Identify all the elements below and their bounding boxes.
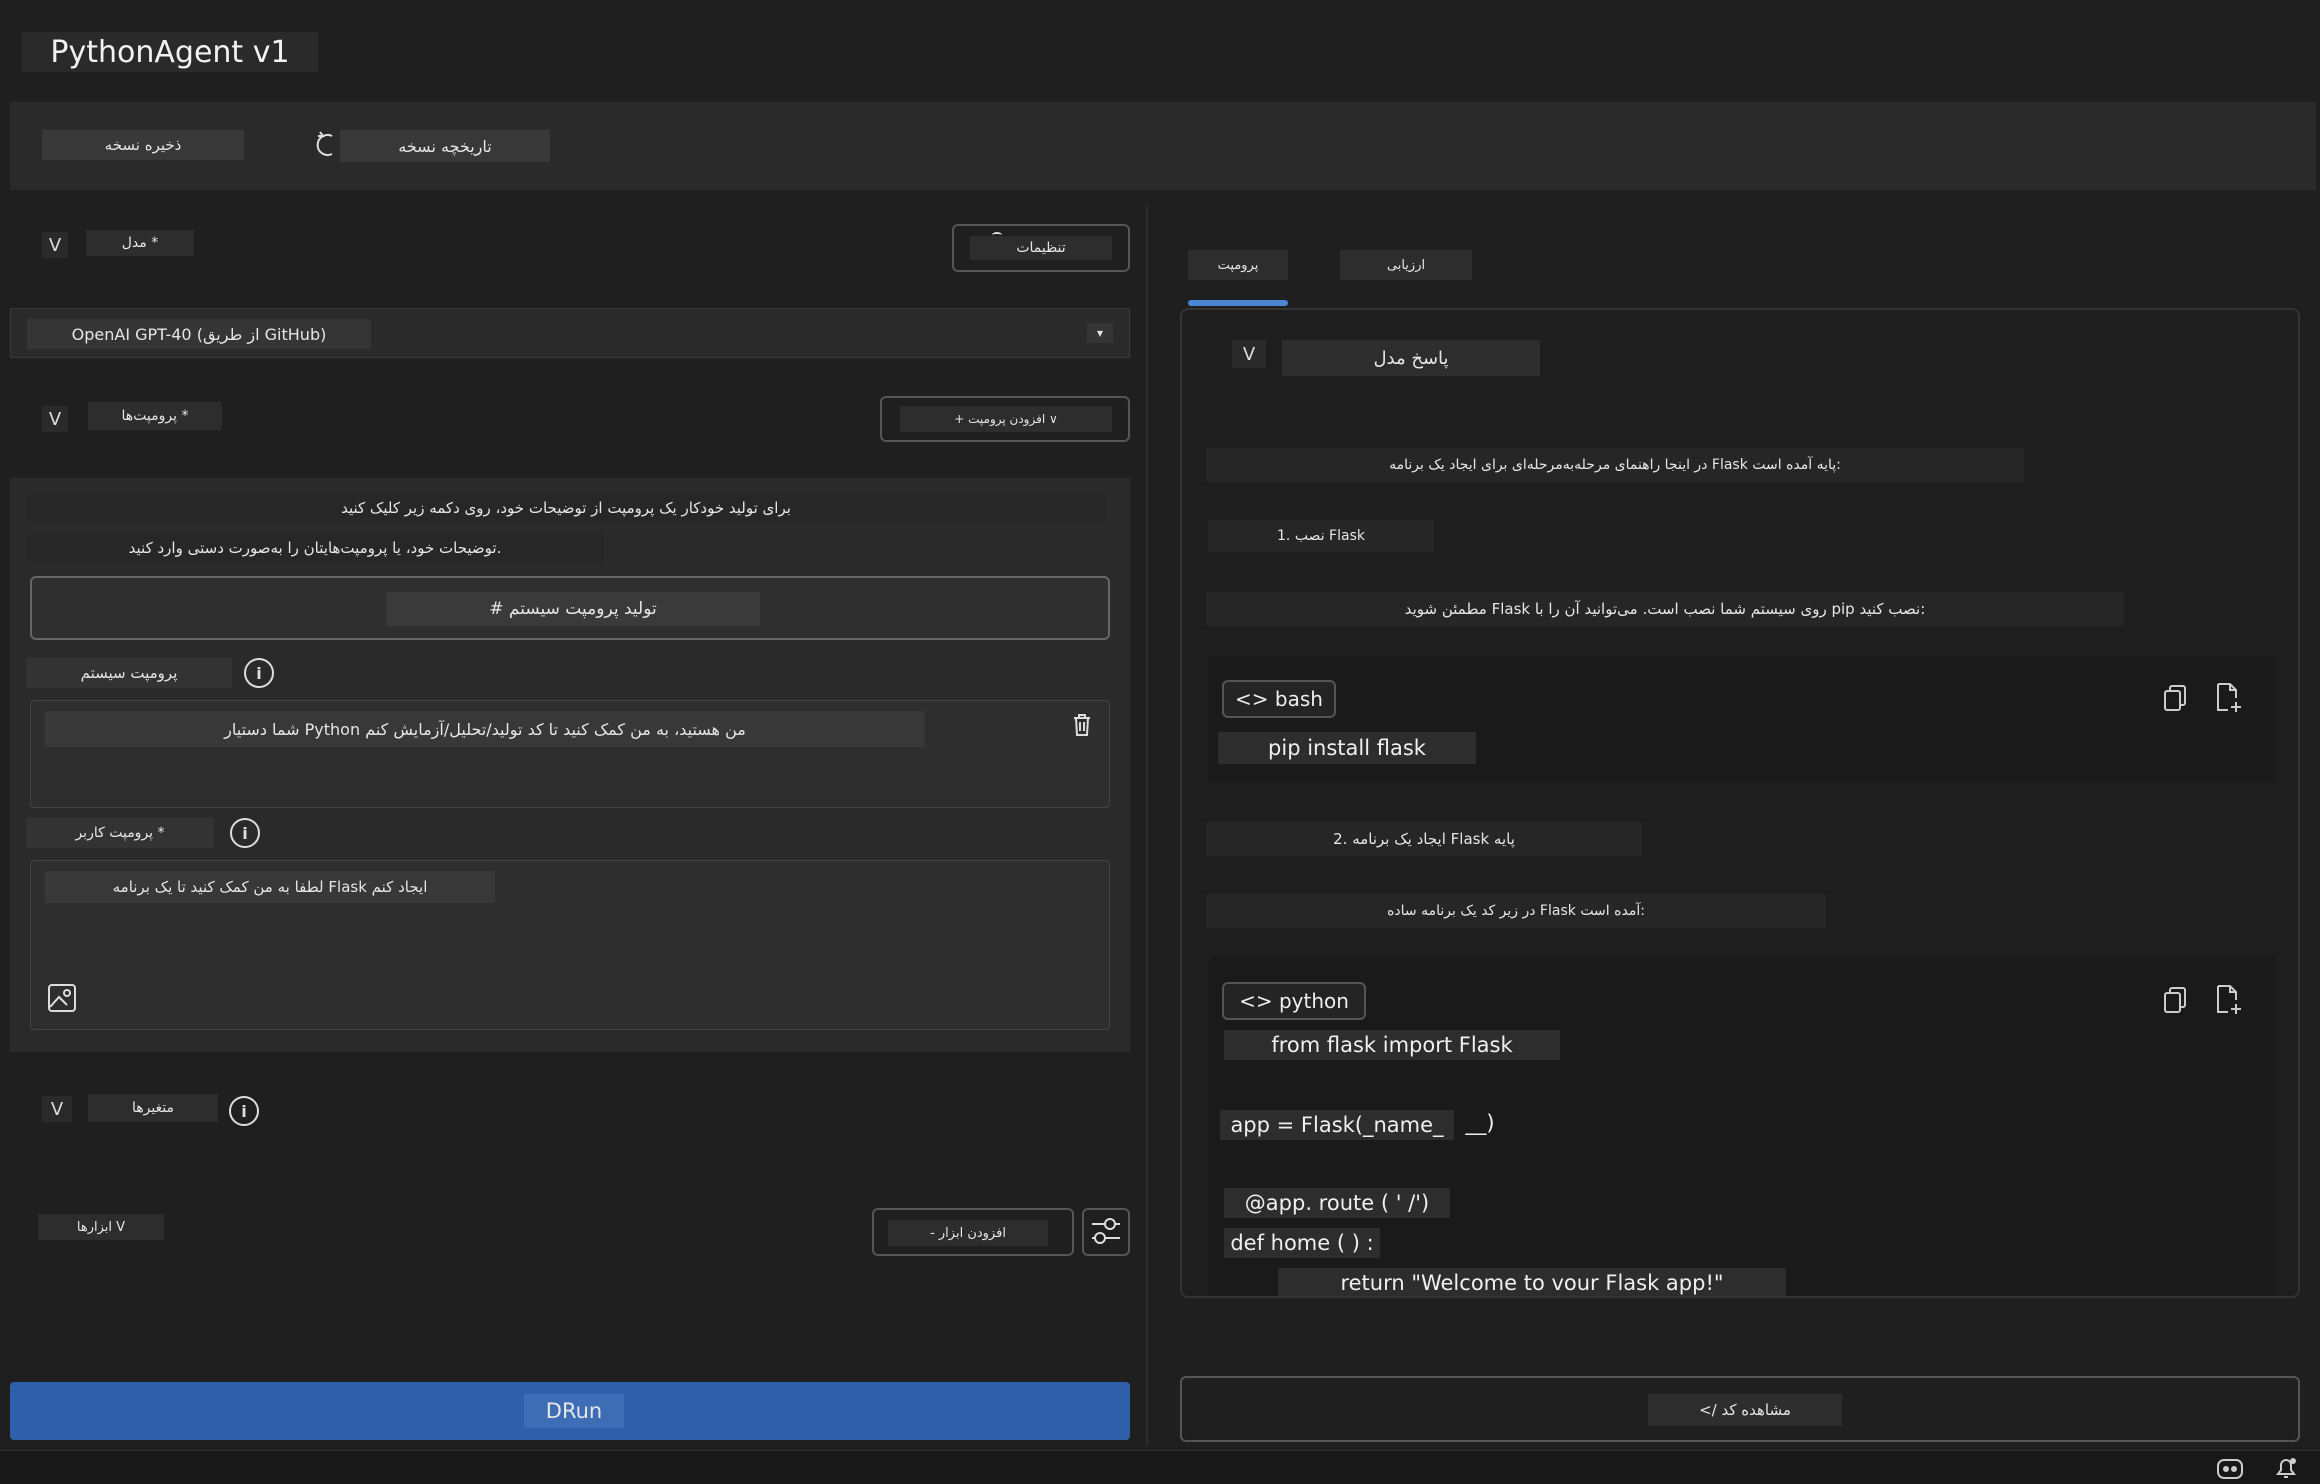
response-panel: V پاسخ مدل در اینجا راهنمای مرحله‌به‌مرح… [1180,308,2300,1298]
code-line: __) [1464,1108,1496,1138]
model-section-label: مدل * [86,230,194,256]
step2-text: در زیر کد یک برنامه ساده Flask آمده است: [1206,894,1826,928]
user-prompt-textarea[interactable]: لطفا به من کمک کنید تا یک برنامه Flask ا… [30,860,1110,1030]
response-intro: در اینجا راهنمای مرحله‌به‌مرحله‌ای برای … [1206,448,2024,482]
prompt-hint-1: برای تولید خودکار یک پرومپت از توضیحات خ… [26,494,1106,522]
system-prompt-value: شما دستیار Python من هستید، به من کمک کن… [45,711,925,747]
user-prompt-info-icon[interactable]: i [230,818,260,848]
run-label: DRun [524,1394,624,1428]
python-language-pill: <> python [1222,982,1366,1020]
model-collapse-chevron[interactable]: V [42,232,68,258]
generate-system-prompt-button[interactable]: # تولید پرومپت سیستم [30,576,1110,640]
spinner-icon [992,232,1002,238]
add-tool-label: - افزودن ابزار [888,1220,1048,1246]
prompts-section-label: پرومپت‌ها * [88,402,222,430]
variables-label: متغیرها [88,1094,218,1122]
user-prompt-label: پرومپت کاربر * [26,818,214,848]
tab-active-indicator [1188,300,1288,306]
new-file-icon[interactable] [2214,682,2244,714]
variables-collapse-chevron[interactable]: V [42,1096,72,1122]
response-header: پاسخ مدل [1282,340,1540,376]
variables-info-icon[interactable]: i [229,1096,259,1126]
code-line: def home ( ) : [1224,1228,1380,1258]
generate-system-prompt-label: # تولید پرومپت سیستم [386,592,760,626]
add-prompt-label: + افزودن پرومپت ∨ [900,406,1112,432]
step1-text: مطمئن شوید Flask روی سیستم شما نصب است. … [1206,592,2124,626]
copilot-icon[interactable] [2214,1454,2246,1482]
settings-label: تنظیمات [970,236,1112,260]
system-prompt-textarea[interactable]: شما دستیار Python من هستید، به من کمک کن… [30,700,1110,808]
add-tool-button[interactable]: - افزودن ابزار [872,1208,1074,1256]
save-version-button[interactable]: ذخیره نسخه [42,130,244,160]
prompts-collapse-chevron[interactable]: V [42,406,68,432]
tool-settings-button[interactable] [1082,1208,1130,1256]
new-file-icon[interactable] [2214,984,2244,1016]
tab-evaluation[interactable]: ارزیابی [1340,250,1472,280]
code-line: @app. route ( ' /') [1224,1188,1450,1218]
column-divider [1146,206,1148,1446]
image-icon[interactable] [47,983,77,1013]
system-prompt-label: پرومپت سیستم [26,658,232,688]
history-icon[interactable] [314,130,338,160]
run-button[interactable]: DRun [10,1382,1130,1440]
system-prompt-info-icon[interactable]: i [244,658,274,688]
history-button[interactable]: تاریخچه نسخه [340,130,550,162]
model-select-value: OpenAI GPT-40 (از طریق GitHub) [27,319,371,349]
bash-code-block: <> bash pip install flask [1208,656,2276,782]
model-select[interactable]: OpenAI GPT-40 (از طریق GitHub) ▾ [10,308,1130,358]
view-code-button[interactable]: </ مشاهده کد [1180,1376,2300,1442]
code-line: return "Welcome to vour Flask app!" [1278,1268,1786,1296]
python-code-block: <> python from flask import Flask app = … [1208,956,2276,1296]
copy-icon[interactable] [2162,986,2188,1014]
bell-icon[interactable] [2272,1454,2300,1482]
copy-icon[interactable] [2162,684,2188,712]
step1-heading: 1. نصب Flask [1208,520,1434,552]
status-bar [0,1450,2320,1484]
add-prompt-button[interactable]: + افزودن پرومپت ∨ [880,396,1130,442]
tools-label[interactable]: ابزارها V [38,1214,164,1240]
tab-prompt[interactable]: پرومپت [1188,250,1288,280]
chevron-down-icon: ▾ [1087,323,1113,343]
step2-heading: 2. ایجاد یک برنامه Flask پایه [1206,822,1642,856]
prompt-hint-2: توضیحات خود، یا پرومپت‌هایتان را به‌صورت… [26,534,604,562]
sliders-icon [1092,1218,1120,1244]
user-prompt-value: لطفا به من کمک کنید تا یک برنامه Flask ا… [45,871,495,903]
code-line: from flask import Flask [1224,1030,1560,1060]
trash-icon[interactable] [1071,713,1093,737]
app-title: PythonAgent v1 [22,32,318,72]
view-code-label: </ مشاهده کد [1648,1394,1842,1426]
bash-language-pill: <> bash [1222,680,1336,718]
code-line: app = Flask(_name_ [1220,1110,1454,1140]
bash-code-line: pip install flask [1218,732,1476,764]
settings-button[interactable]: تنظیمات [952,224,1130,272]
response-collapse-chevron[interactable]: V [1232,340,1266,368]
